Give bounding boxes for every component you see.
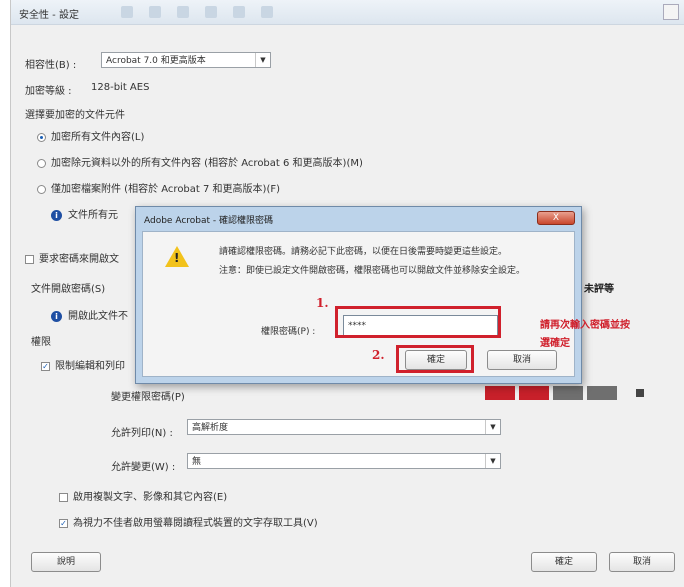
dialog-password-label: 權限密碼(P) :	[261, 327, 316, 337]
chevron-down-icon: ▼	[255, 53, 270, 67]
window-control-button[interactable]	[663, 4, 679, 20]
radio-encrypt-attachments[interactable]: 僅加密檔案附件 (相容於 Acrobat 7 和更高版本)(F)	[37, 180, 280, 195]
warning-icon: !	[165, 246, 189, 267]
screen-reader-label: 為視力不佳者啟用螢幕閱讀程式裝置的文字存取工具(V)	[73, 518, 318, 529]
allow-changes-label: 允許變更(W) :	[111, 462, 176, 473]
allow-changes-select[interactable]: 無 ▼	[187, 453, 501, 469]
strength-end-marker	[636, 389, 644, 397]
allow-changes-value: 無	[192, 457, 202, 467]
toolbar-ghost-icon	[261, 6, 273, 18]
strength-bar-gray	[587, 386, 617, 400]
restrict-label: 限制編輯和列印	[55, 361, 125, 372]
radio-encrypt-except-metadata[interactable]: 加密除元資料以外的所有文件內容 (相容於 Acrobat 6 和更高版本)(M)	[37, 154, 363, 169]
allow-print-label: 允許列印(N) :	[111, 428, 173, 439]
require-open-label: 要求密碼來開啟文	[39, 254, 119, 265]
confirm-permission-password-dialog: Adobe Acrobat - 確認權限密碼 X ! 請確認權限密碼。請務必記下…	[135, 206, 582, 384]
annotation-step1: 1.	[316, 296, 329, 310]
restrict-editing-checkbox[interactable]: ✓ 限制編輯和列印	[41, 357, 125, 372]
compat-label: 相容性(B) :	[25, 60, 77, 71]
dialog-note: 注意：即使已設定文件開啟密碼，權限密碼也可以開啟文件並移除安全設定。	[219, 266, 526, 276]
dialog-title: Adobe Acrobat - 確認權限密碼	[144, 216, 274, 226]
checkbox[interactable]	[25, 254, 34, 264]
info-note-text: 文件所有元	[68, 210, 118, 221]
annotation-note-line1: 請再次輸入密碼並按	[540, 320, 630, 331]
compat-value: Acrobat 7.0 和更高版本	[106, 56, 206, 66]
dialog-message: 請確認權限密碼。請務必記下此密碼，以便在日後需要時變更這些設定。	[219, 247, 508, 257]
radio-label: 僅加密檔案附件 (相容於 Acrobat 7 和更高版本)(F)	[51, 184, 281, 195]
dialog-cancel-button[interactable]: 取消	[487, 350, 557, 370]
help-button[interactable]: 說明	[31, 552, 101, 572]
radio-label: 加密除元資料以外的所有文件內容 (相容於 Acrobat 6 和更高版本)(M)	[51, 158, 363, 169]
annotation-box-password	[335, 306, 501, 338]
strength-bar-gray	[553, 386, 583, 400]
ok-button[interactable]: 確定	[531, 552, 597, 572]
toolbar-ghost-icon	[121, 6, 133, 18]
checkbox[interactable]: ✓	[59, 518, 68, 528]
password-strength-label: 未評等	[584, 284, 614, 295]
compat-select[interactable]: Acrobat 7.0 和更高版本 ▼	[101, 52, 271, 68]
radio-button[interactable]	[37, 184, 46, 194]
enable-copy-checkbox[interactable]: 啟用複製文字、影像和其它內容(E)	[59, 488, 227, 503]
require-open-password-checkbox[interactable]: 要求密碼來開啟文	[25, 250, 119, 265]
checkbox[interactable]	[59, 492, 68, 502]
annotation-step2: 2.	[372, 348, 385, 362]
allow-print-value: 高解析度	[192, 423, 229, 433]
permission-note-text: 開啟此文件不	[68, 311, 128, 322]
radio-label: 加密所有文件內容(L)	[51, 132, 145, 143]
annotation-box-ok	[396, 345, 474, 373]
radio-button[interactable]	[37, 132, 46, 142]
radio-button[interactable]	[37, 158, 46, 168]
strength-bar-red	[485, 386, 515, 400]
open-password-label: 文件開啟密碼(S)	[31, 284, 106, 295]
encryption-value: 128-bit AES	[91, 82, 150, 93]
title-bar: 安全性 - 設定	[11, 0, 684, 25]
chevron-down-icon: ▼	[485, 420, 500, 434]
toolbar-ghost-icon	[177, 6, 189, 18]
cancel-button[interactable]: 取消	[609, 552, 675, 572]
toolbar-ghost-icon	[233, 6, 245, 18]
annotation-note-line2: 選確定	[540, 338, 570, 349]
dialog-close-button[interactable]: X	[537, 211, 575, 225]
toolbar-ghost-icon	[205, 6, 217, 18]
permissions-heading: 權限	[31, 337, 51, 348]
allow-print-select[interactable]: 高解析度 ▼	[187, 419, 501, 435]
checkbox[interactable]: ✓	[41, 361, 50, 371]
screen-reader-checkbox[interactable]: ✓ 為視力不佳者啟用螢幕閱讀程式裝置的文字存取工具(V)	[59, 514, 318, 529]
dialog-body: ! 請確認權限密碼。請務必記下此密碼，以便在日後需要時變更這些設定。 注意：即使…	[142, 231, 575, 377]
encryption-label: 加密等級 :	[25, 86, 72, 97]
enable-copy-label: 啟用複製文字、影像和其它內容(E)	[73, 492, 228, 503]
permission-note: i 開啟此文件不	[51, 307, 128, 322]
info-icon: i	[51, 209, 62, 221]
select-docs-heading: 選擇要加密的文件元件	[25, 110, 125, 121]
info-note: i 文件所有元	[51, 206, 118, 221]
radio-encrypt-all[interactable]: 加密所有文件內容(L)	[37, 128, 144, 143]
strength-bar-red	[519, 386, 549, 400]
change-permission-password-label: 變更權限密碼(P)	[111, 392, 185, 403]
toolbar-ghost-icon	[149, 6, 161, 18]
chevron-down-icon: ▼	[485, 454, 500, 468]
info-icon: i	[51, 310, 62, 322]
window-title: 安全性 - 設定	[19, 10, 79, 21]
